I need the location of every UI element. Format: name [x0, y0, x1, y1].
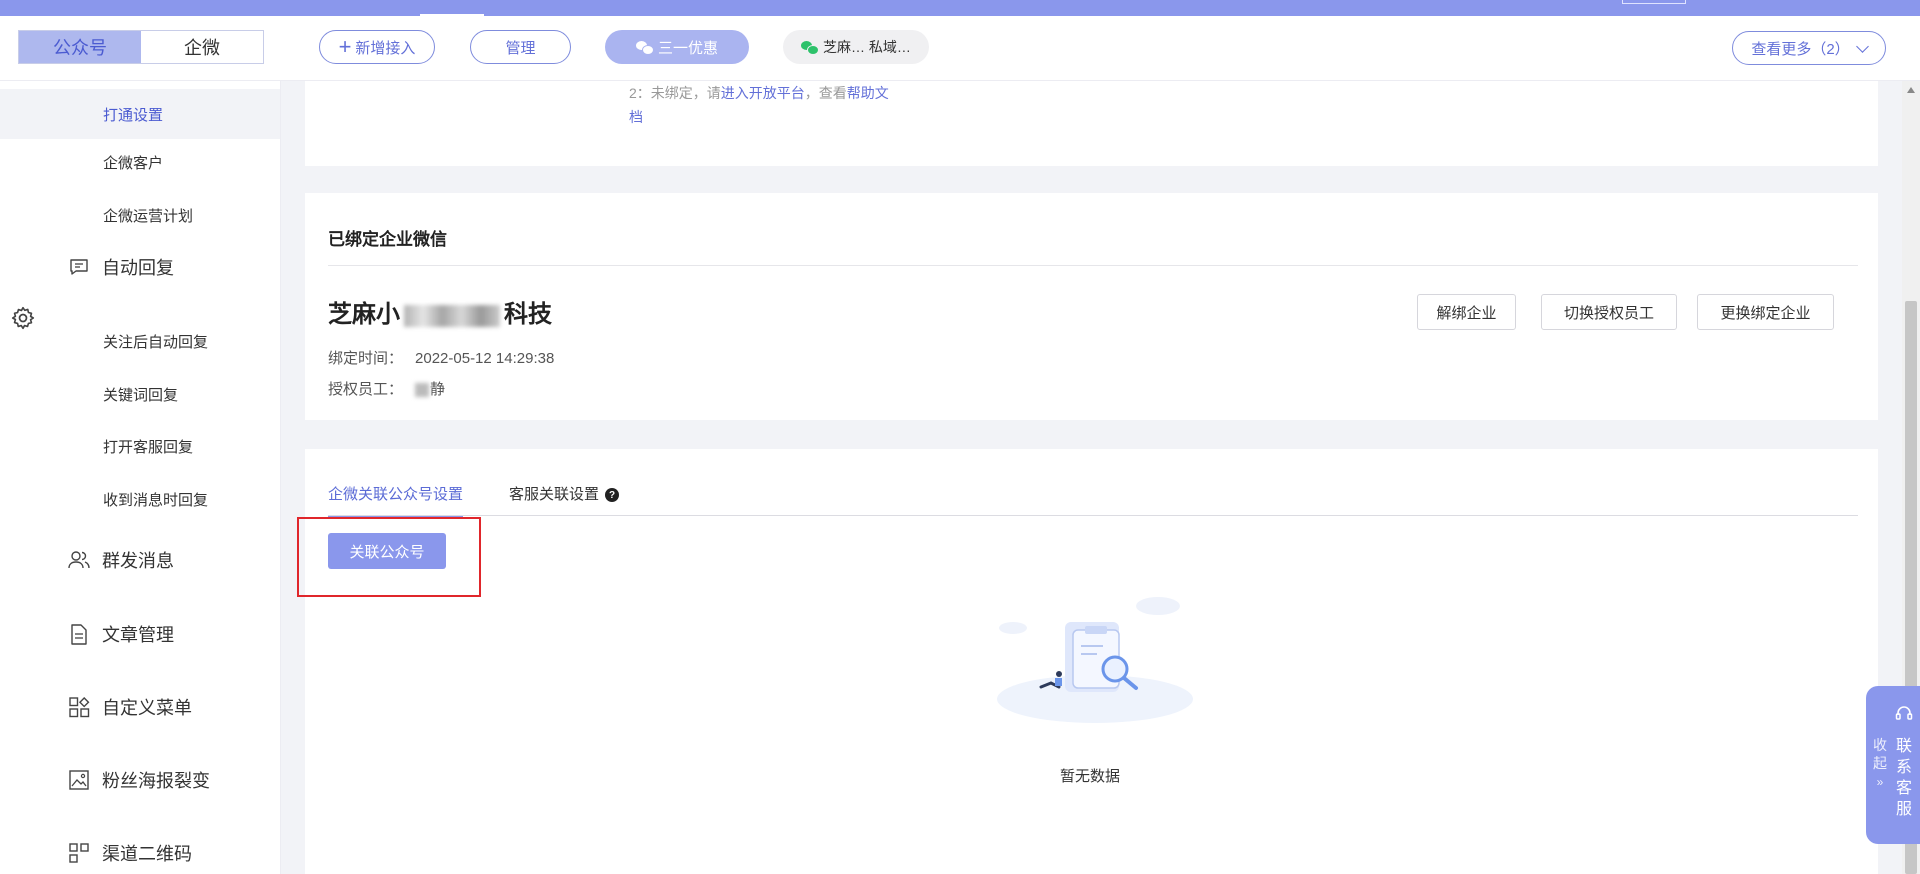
tab-wecom-account[interactable]: 企微关联公众号设置 [328, 483, 464, 518]
manage-button[interactable]: 管理 [470, 30, 571, 64]
redacted-mask [404, 304, 500, 327]
image-icon [68, 769, 90, 791]
switch-staff-button[interactable]: 切换授权员工 [1541, 294, 1677, 330]
note-mid: ，查看 [804, 85, 847, 101]
collapse-toggle[interactable]: 收起 » [1872, 736, 1888, 791]
bind-time-row: 绑定时间： 2022-05-12 14:29:38 [328, 347, 554, 368]
section-title: 已绑定企业微信 [328, 230, 447, 249]
scroll-up-arrow-icon[interactable] [1907, 87, 1915, 93]
platform-switch: 公众号 企微 [18, 30, 264, 64]
sidebar-item-label: 收到消息时回复 [103, 491, 209, 509]
sidebar-item-label: 打开客服回复 [103, 438, 194, 456]
wechat-icon [801, 40, 820, 55]
account-tab-2[interactable]: 芝麻… 私域… [783, 30, 929, 64]
empty-state-illustration [997, 597, 1193, 723]
tabs-divider [328, 515, 1858, 516]
empty-text: 暂无数据 [1060, 768, 1121, 785]
account-tab-1-label: 三一优惠 [657, 39, 718, 57]
seg-wecom[interactable]: 企微 [141, 31, 263, 63]
bind-time-label: 绑定时间： [328, 350, 404, 367]
sidebar-item-keyword-reply[interactable]: 关键词回复 [0, 374, 280, 414]
account-tab-2-label: 芝麻… 私域… [823, 39, 911, 55]
sidebar-item-label: 粉丝海报裂变 [102, 771, 210, 791]
open-platform-link[interactable]: 进入开放平台 [721, 85, 805, 101]
sidebar-item-message-reply[interactable]: 收到消息时回复 [0, 479, 280, 519]
sidebar-item-custom-menu[interactable]: 自定义菜单 [0, 685, 280, 729]
sidebar-item-label: 群发消息 [102, 551, 174, 571]
seg-official-account[interactable]: 公众号 [19, 31, 141, 63]
add-access-button[interactable]: + 新增接入 [319, 30, 435, 64]
sidebar-item-label: 自动回复 [102, 258, 174, 278]
corp-name-prefix: 芝麻小 [328, 301, 400, 328]
message-icon [68, 256, 90, 278]
headset-icon [1895, 706, 1913, 720]
chevron-down-icon [1855, 39, 1869, 53]
sidebar: 打通设置 企微客户 企微运营计划 自动回复 关注后自动回复 关键词回复 打开客服… [0, 81, 281, 874]
help-icon[interactable]: ? [605, 488, 620, 503]
sidebar-item-channel-qr[interactable]: 渠道二维码 [0, 831, 280, 874]
sidebar-item-wecom-customers[interactable]: 企微客户 [0, 142, 280, 182]
sidebar-item-label: 企微客户 [103, 154, 164, 172]
account-tab-1[interactable]: 三一优惠 [605, 30, 749, 64]
sidebar-item-service-reply[interactable]: 打开客服回复 [0, 426, 280, 466]
users-icon [68, 549, 90, 571]
view-more-button[interactable]: 查看更多（2） [1732, 31, 1886, 65]
redacted-mask [415, 383, 430, 398]
staff-label: 授权员工： [328, 381, 404, 398]
binding-note: 2：未绑定，请进入开放平台，查看帮助文档 [629, 81, 889, 129]
sidebar-item-mass-message[interactable]: 群发消息 [0, 538, 280, 582]
qrcode-icon [68, 842, 90, 864]
highlight-box [297, 517, 481, 597]
sidebar-item-poster-fission[interactable]: 粉丝海报裂变 [0, 758, 280, 802]
contact-service-label: 联系客服 [1895, 738, 1912, 818]
tab-label: 客服关联设置 [509, 486, 600, 503]
sidebar-item-connect-settings[interactable]: 打通设置 [0, 89, 280, 139]
sidebar-item-label: 关键词回复 [103, 386, 179, 404]
unbind-button[interactable]: 解绑企业 [1417, 294, 1516, 330]
sidebar-item-label: 企微运营计划 [103, 207, 194, 225]
tab-bar: 企微关联公众号设置 客服关联设置? [328, 483, 620, 518]
sidebar-item-label: 关注后自动回复 [103, 333, 209, 351]
header: 公众号 企微 + 新增接入 管理 三一优惠 芝麻… 私域… 查看更多（2） [0, 16, 1920, 81]
staff-row: 授权员工： 静 [328, 378, 445, 399]
sidebar-item-articles[interactable]: 文章管理 [0, 612, 280, 656]
divider [328, 265, 1858, 266]
association-card: 企微关联公众号设置 客服关联设置? 关联公众号 暂无数据 [305, 449, 1878, 874]
bind-time-value: 2022-05-12 14:29:38 [415, 350, 555, 367]
sidebar-item-label: 打通设置 [103, 106, 164, 124]
wechat-icon [635, 40, 654, 55]
corp-name: 芝麻小 科技 [328, 294, 552, 329]
sidebar-item-label: 文章管理 [102, 625, 174, 645]
document-icon [68, 623, 90, 645]
grid-icon [68, 696, 90, 718]
add-access-label: 新增接入 [355, 39, 416, 57]
sidebar-item-label: 渠道二维码 [102, 844, 192, 864]
tab-service-association[interactable]: 客服关联设置? [509, 483, 620, 514]
sidebar-item-follow-reply[interactable]: 关注后自动回复 [0, 321, 280, 361]
sidebar-item-wecom-plan[interactable]: 企微运营计划 [0, 195, 280, 235]
customer-service-float[interactable]: 收起 » 联系客服 [1866, 686, 1920, 844]
view-more-label: 查看更多（2） [1751, 40, 1850, 58]
binding-info-card: 2：未绑定，请进入开放平台，查看帮助文档 [305, 81, 1878, 166]
sidebar-item-label: 自定义菜单 [102, 698, 192, 718]
double-chevron-icon: » [1876, 775, 1884, 789]
corp-name-suffix: 科技 [504, 301, 552, 328]
change-corp-button[interactable]: 更换绑定企业 [1697, 294, 1834, 330]
plus-icon: + [338, 34, 352, 59]
bound-wecom-card: 已绑定企业微信 芝麻小 科技 绑定时间： 2022-05-12 14:29:38 授… [305, 193, 1878, 420]
staff-value: 静 [430, 381, 446, 398]
top-bar [0, 0, 1920, 16]
sidebar-item-auto-reply[interactable]: 自动回复 [0, 245, 280, 289]
collapse-label: 收起 [1873, 737, 1887, 771]
top-box [1622, 0, 1686, 4]
note-prefix: 2：未绑定，请 [629, 85, 721, 101]
